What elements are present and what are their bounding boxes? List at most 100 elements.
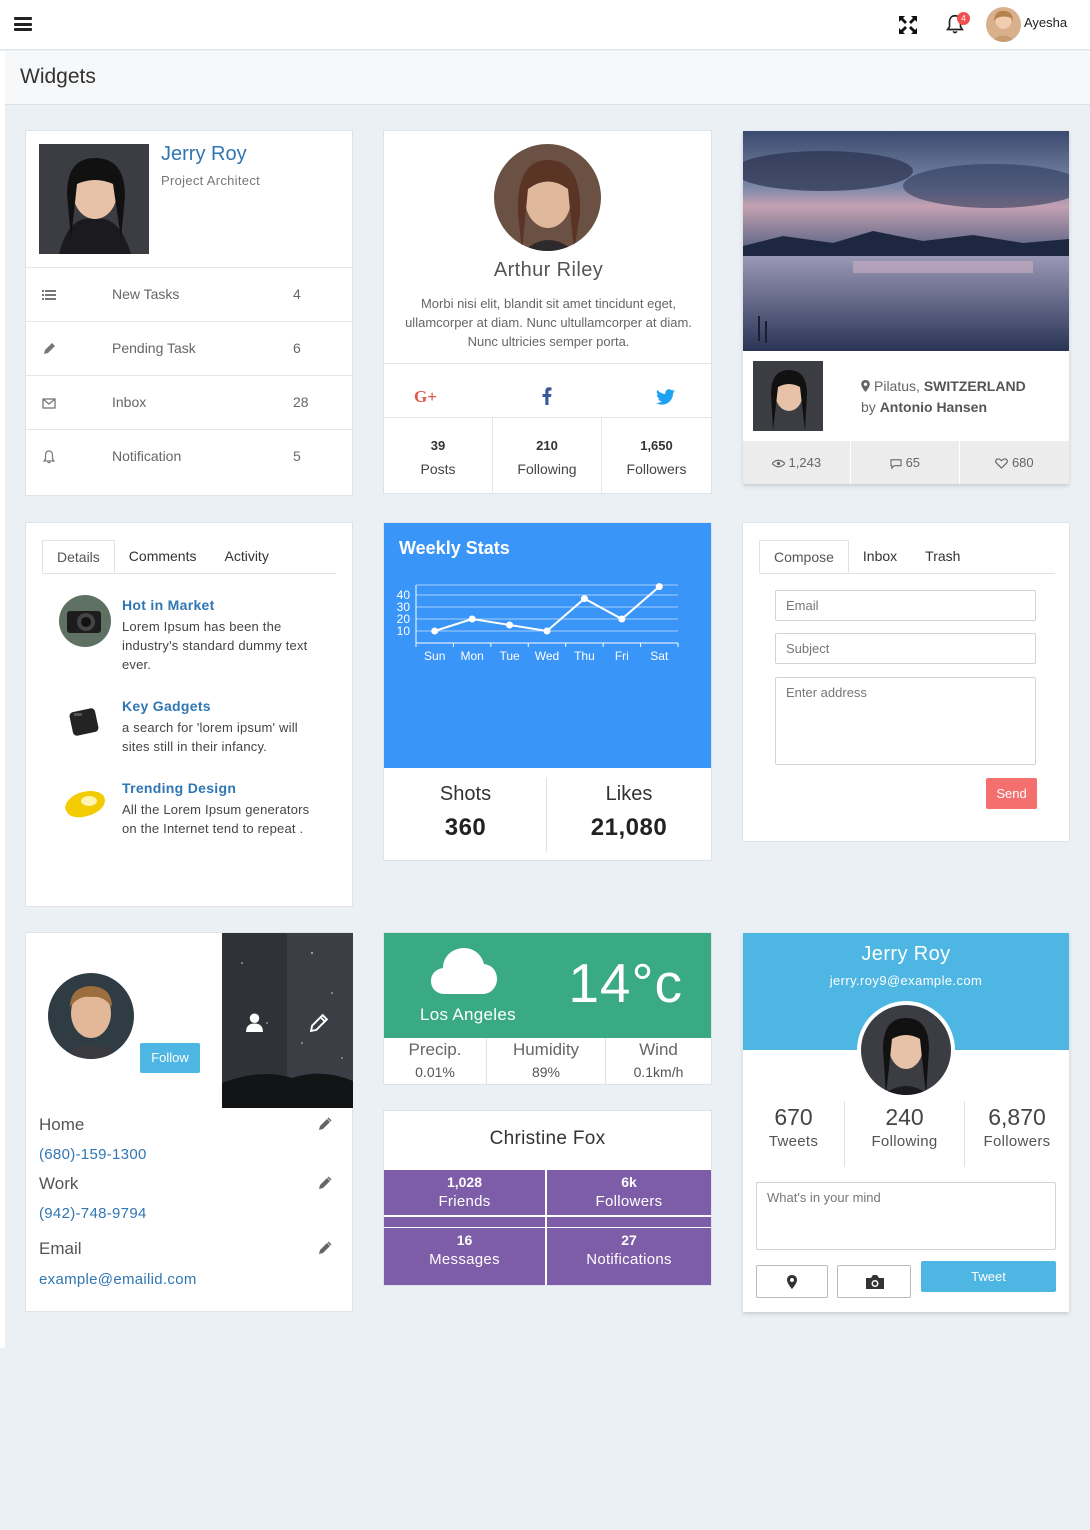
contact-card: Follow Home (680)-159-1300 Work (942)-74… <box>25 932 353 1312</box>
profile-bio: Morbi nisi elit, blandit sit amet tincid… <box>405 296 692 349</box>
stat-label: Precip. <box>408 1040 462 1059</box>
messages-cell[interactable] <box>384 1217 545 1227</box>
cell-label: Messages <box>429 1251 500 1268</box>
tab-activity[interactable]: Activity <box>210 540 282 573</box>
shots-stat: Shots 360 <box>384 768 547 860</box>
email-field[interactable]: Email <box>775 590 1036 621</box>
stat-value: 670 <box>774 1104 813 1130</box>
weather-stat-precip: Precip. 0.01% <box>384 1038 487 1084</box>
edit-icon[interactable] <box>318 1176 332 1190</box>
photo-stats-bar: 1,243 65 680 <box>743 441 1069 484</box>
edit-icon[interactable] <box>318 1117 332 1131</box>
page-header: Widgets <box>5 51 1090 105</box>
feed-title[interactable]: Trending Design <box>122 780 236 796</box>
stat-label: Posts <box>420 461 456 477</box>
tab-compose[interactable]: Compose <box>759 540 849 573</box>
feed-text: a search for 'lorem ipsum' will sites st… <box>122 720 298 754</box>
list-item[interactable]: Notification 5 <box>26 429 352 483</box>
user-name[interactable]: Ayesha <box>1024 15 1067 30</box>
tab-trash[interactable]: Trash <box>911 540 974 573</box>
landscape-photo <box>743 131 1069 351</box>
stat-label: Humidity <box>512 1040 580 1059</box>
y-tick-label: 30 <box>397 600 411 614</box>
cell-label: Friends <box>438 1193 491 1210</box>
profile-card: Jerry Roy Project Architect New Tasks 4 … <box>25 130 353 496</box>
stat-tweets: 670 Tweets <box>743 1101 845 1167</box>
avatar[interactable] <box>986 7 1021 42</box>
friends-cell[interactable]: 1,028 Friends <box>384 1170 545 1215</box>
menu-icon[interactable] <box>14 17 32 31</box>
views-count: 1,243 <box>788 455 822 470</box>
avatar <box>857 1001 955 1099</box>
weather-stat-wind: Wind 0.1km/h <box>606 1038 711 1084</box>
weather-stat-humidity: Humidity 89% <box>487 1038 606 1084</box>
edit-icon[interactable] <box>318 1241 332 1255</box>
field-value[interactable]: example@emailid.com <box>39 1271 197 1288</box>
feed-title[interactable]: Key Gadgets <box>122 698 211 714</box>
views-stat[interactable]: 1,243 <box>743 441 851 484</box>
address-textarea[interactable]: Enter address <box>775 677 1036 765</box>
stat-value: 39 <box>430 438 446 453</box>
cell-value: 6k <box>621 1174 637 1190</box>
avatar <box>494 144 601 251</box>
top-bar: 4 Ayesha <box>0 0 1090 50</box>
send-button[interactable]: Send <box>986 778 1037 809</box>
likes-stat: Likes 21,080 <box>547 768 711 860</box>
stat-label: Wind <box>639 1040 678 1059</box>
profile-name[interactable]: Arthur Riley <box>384 259 713 282</box>
author-line: by Antonio Hansen <box>861 399 987 415</box>
follow-button[interactable]: Follow <box>140 1043 200 1073</box>
cloud-icon <box>431 948 497 994</box>
tab-inbox[interactable]: Inbox <box>849 540 911 573</box>
feed-thumbnail-gadget <box>59 696 111 748</box>
notifications-cell[interactable]: 27 Notifications <box>547 1228 711 1285</box>
twitter-icon[interactable] <box>656 389 675 405</box>
tweet-button[interactable]: Tweet <box>921 1261 1056 1292</box>
messages-cell[interactable]: 16 Messages <box>384 1228 545 1285</box>
fullscreen-icon[interactable] <box>896 13 920 37</box>
list-item[interactable]: Pending Task 6 <box>26 321 352 375</box>
subject-field[interactable]: Subject <box>775 633 1036 664</box>
stat-label: Following <box>517 461 577 477</box>
compose-card: Compose Inbox Trash Email Subject Enter … <box>742 522 1070 842</box>
x-tick-label: Sun <box>424 649 445 663</box>
weekly-line-chart: 10203040 Sun Mon Tue Wed Thu Fri Sat <box>397 583 679 663</box>
stat-following: 240 Following <box>845 1101 965 1167</box>
location-button[interactable] <box>756 1265 828 1298</box>
data-point <box>655 583 663 591</box>
temperature: 14°c <box>568 952 683 1014</box>
tweet-textarea[interactable]: What's in your mind <box>756 1182 1056 1250</box>
tweet-card: Jerry Roy jerry.roy9@example.com 670 Twe… <box>743 933 1069 1312</box>
profile-email[interactable]: jerry.roy9@example.com <box>743 973 1069 988</box>
field-value[interactable]: (680)-159-1300 <box>39 1146 147 1163</box>
profile-name[interactable]: Jerry Roy <box>743 943 1069 966</box>
stat-value: 0.1km/h <box>633 1064 684 1080</box>
list-item[interactable]: Inbox 28 <box>26 375 352 429</box>
likes-stat[interactable]: 680 <box>960 441 1069 484</box>
field-value[interactable]: (942)-748-9794 <box>39 1205 147 1222</box>
pencil-icon[interactable] <box>310 1013 329 1032</box>
cell-value: 16 <box>456 1232 473 1248</box>
divider <box>384 363 711 364</box>
google-plus-icon[interactable]: G+ <box>414 387 437 407</box>
comment-icon <box>890 458 902 470</box>
messages-cell[interactable] <box>547 1217 711 1227</box>
profile-name[interactable]: Jerry Roy <box>161 143 247 166</box>
location-line: Pilatus, SWITZERLAND <box>874 378 1026 394</box>
comments-stat[interactable]: 65 <box>851 441 960 484</box>
followers-cell[interactable]: 6k Followers <box>547 1170 711 1215</box>
stats-grid-card: Christine Fox 1,028 Friends 6k Followers… <box>383 1110 712 1286</box>
list-item[interactable]: New Tasks 4 <box>26 267 352 321</box>
weather-panel: Los Angeles 14°c <box>384 933 711 1038</box>
user-icon[interactable] <box>246 1013 263 1032</box>
camera-button[interactable] <box>837 1265 911 1298</box>
author-name[interactable]: Antonio Hansen <box>880 399 987 415</box>
sidebar-edge <box>0 51 5 1348</box>
list-item-count: 5 <box>293 448 301 464</box>
stat-value: 6,870 <box>988 1104 1046 1130</box>
tab-details[interactable]: Details <box>42 540 115 573</box>
tab-comments[interactable]: Comments <box>115 540 211 573</box>
feed-title[interactable]: Hot in Market <box>122 597 215 613</box>
feed-thumbnail-design <box>59 777 111 829</box>
facebook-icon[interactable] <box>542 387 552 405</box>
